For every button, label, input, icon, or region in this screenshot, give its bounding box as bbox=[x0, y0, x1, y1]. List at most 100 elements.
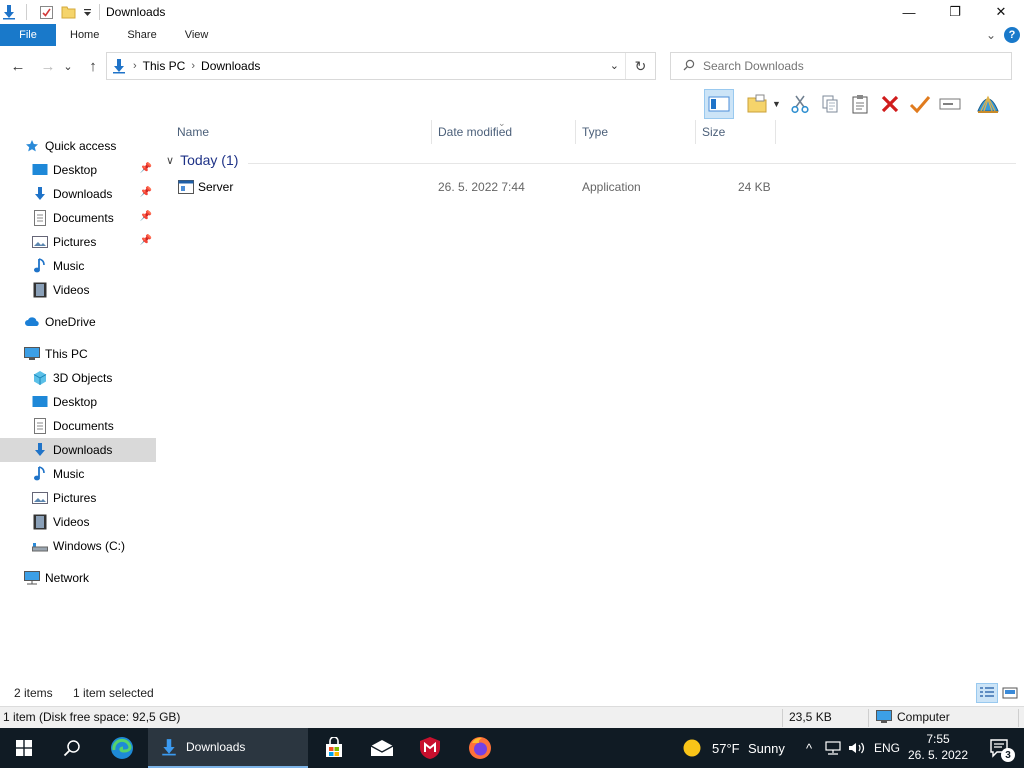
tab-share[interactable]: Share bbox=[113, 24, 170, 46]
paste-icon[interactable] bbox=[845, 89, 875, 119]
tab-view[interactable]: View bbox=[171, 24, 223, 46]
rename-icon[interactable] bbox=[935, 89, 965, 119]
back-button[interactable]: ← bbox=[6, 54, 30, 78]
edge-browser-icon[interactable] bbox=[98, 728, 146, 768]
nav-quick-videos[interactable]: Videos bbox=[0, 278, 156, 302]
group-header-today[interactable]: ∨ Today (1) bbox=[166, 152, 238, 168]
nav-quick-documents[interactable]: Documents 📌 bbox=[0, 206, 156, 230]
nav-quick-music[interactable]: Music bbox=[0, 254, 156, 278]
properties-icon[interactable] bbox=[37, 3, 55, 21]
pin-icon[interactable]: 📌 bbox=[140, 187, 152, 198]
minimize-button[interactable]: — bbox=[886, 0, 932, 24]
nav-quick-pictures[interactable]: Pictures 📌 bbox=[0, 230, 156, 254]
taskbar-clock[interactable]: 7:55 26. 5. 2022 bbox=[902, 731, 974, 763]
start-button[interactable] bbox=[0, 728, 48, 768]
nav-pc-desktop[interactable]: Desktop bbox=[0, 390, 156, 414]
nav-quick-desktop[interactable]: Desktop 📌 bbox=[0, 158, 156, 182]
cube-icon bbox=[32, 370, 48, 386]
notifications-icon[interactable]: 3 bbox=[980, 728, 1020, 768]
show-hidden-icons-chevron-icon[interactable]: ^ bbox=[798, 728, 820, 768]
expand-ribbon-icon[interactable]: ⌄ bbox=[986, 28, 996, 42]
pin-icon[interactable]: 📌 bbox=[140, 235, 152, 246]
cut-icon[interactable] bbox=[785, 89, 815, 119]
weather-temperature[interactable]: 57°F bbox=[712, 741, 740, 756]
nav-quick-downloads[interactable]: Downloads 📌 bbox=[0, 182, 156, 206]
large-icons-view-button[interactable] bbox=[999, 683, 1021, 703]
tab-home[interactable]: Home bbox=[56, 24, 113, 46]
mail-icon[interactable] bbox=[358, 728, 406, 768]
collapse-chevron-icon[interactable]: ∨ bbox=[166, 154, 174, 167]
weather-condition[interactable]: Sunny bbox=[748, 741, 785, 756]
search-taskbar-icon[interactable] bbox=[48, 728, 96, 768]
quick-access-toolbar bbox=[0, 0, 106, 24]
new-dropdown-icon[interactable]: ▼ bbox=[772, 99, 781, 109]
address-dropdown-icon[interactable]: ⌄ bbox=[610, 59, 619, 72]
nav-quick-access[interactable]: Quick access bbox=[0, 134, 156, 158]
file-list: ⌄ Name Date modified Type Size ∨ Today (… bbox=[160, 118, 1024, 680]
desktop-icon bbox=[32, 162, 48, 178]
up-button[interactable]: ↑ bbox=[81, 54, 105, 78]
column-header-name[interactable]: Name bbox=[171, 120, 432, 144]
nav-pc-windows-c[interactable]: Windows (C:) bbox=[0, 534, 156, 558]
forward-button[interactable]: → bbox=[36, 54, 60, 78]
details-divider bbox=[1018, 709, 1019, 727]
tab-file[interactable]: File bbox=[0, 24, 56, 46]
search-input[interactable] bbox=[703, 59, 1003, 73]
refresh-button[interactable]: ↻ bbox=[625, 53, 655, 79]
details-bar: 1 item (Disk free space: 92,5 GB) 23,5 K… bbox=[0, 706, 1024, 728]
breadcrumb-separator[interactable]: › bbox=[191, 60, 195, 72]
customize-toolbar-dropdown-icon[interactable] bbox=[81, 3, 93, 21]
nav-pc-downloads[interactable]: Downloads bbox=[0, 438, 156, 462]
mcafee-icon[interactable] bbox=[406, 728, 454, 768]
close-button[interactable]: ✕ bbox=[978, 0, 1024, 24]
film-icon bbox=[32, 282, 48, 298]
delete-icon[interactable] bbox=[875, 89, 905, 119]
shell-icon[interactable] bbox=[973, 89, 1003, 119]
breadcrumb-separator[interactable]: › bbox=[133, 60, 137, 72]
nav-pc-pictures[interactable]: Pictures bbox=[0, 486, 156, 510]
nav-onedrive[interactable]: OneDrive bbox=[0, 310, 156, 334]
nav-network[interactable]: Network bbox=[0, 566, 156, 590]
nav-this-pc[interactable]: This PC bbox=[0, 342, 156, 366]
table-row[interactable]: Server 26. 5. 2022 7:44 Application 24 K… bbox=[174, 176, 774, 198]
details-view-button[interactable] bbox=[976, 683, 998, 703]
breadcrumb-this-pc[interactable]: This PC bbox=[143, 59, 186, 73]
network-tray-icon[interactable] bbox=[822, 728, 844, 768]
weather-sun-icon[interactable] bbox=[680, 728, 704, 768]
pin-icon[interactable]: 📌 bbox=[140, 211, 152, 222]
navigation-pane: Quick access Desktop 📌 Downloads 📌 Docum… bbox=[0, 120, 156, 680]
nav-pc-music[interactable]: Music bbox=[0, 462, 156, 486]
nav-pc-documents[interactable]: Documents bbox=[0, 414, 156, 438]
address-bar[interactable]: › This PC › Downloads ⌄ ↻ bbox=[106, 52, 656, 80]
download-folder-icon[interactable] bbox=[0, 3, 18, 21]
new-folder-icon[interactable] bbox=[742, 89, 772, 119]
breadcrumb-downloads[interactable]: Downloads bbox=[201, 59, 260, 73]
volume-icon[interactable] bbox=[846, 728, 868, 768]
column-header-date-modified[interactable]: Date modified bbox=[432, 120, 576, 144]
taskbar-explorer-downloads[interactable]: Downloads bbox=[148, 728, 308, 768]
pin-icon[interactable]: 📌 bbox=[140, 163, 152, 174]
input-language[interactable]: ENG bbox=[874, 741, 900, 755]
preview-pane-button[interactable] bbox=[704, 89, 734, 119]
column-header-size[interactable]: Size bbox=[696, 120, 776, 144]
nav-pc-3d-objects[interactable]: 3D Objects bbox=[0, 366, 156, 390]
command-toolbar: ▼ bbox=[700, 88, 1003, 120]
column-header-type[interactable]: Type bbox=[576, 120, 696, 144]
ribbon-tabs: File Home Share View ⌄ ? bbox=[0, 24, 1024, 46]
maximize-button[interactable]: ❐ bbox=[932, 0, 978, 24]
drive-icon bbox=[32, 538, 48, 554]
pictures-icon bbox=[32, 234, 48, 250]
firefox-icon[interactable] bbox=[456, 728, 504, 768]
recent-locations-button[interactable]: ⌄ bbox=[60, 54, 76, 78]
document-icon bbox=[32, 210, 48, 226]
check-icon[interactable] bbox=[905, 89, 935, 119]
help-icon[interactable]: ? bbox=[1004, 27, 1020, 43]
search-box[interactable] bbox=[670, 52, 1012, 80]
new-folder-icon[interactable] bbox=[59, 3, 77, 21]
file-name[interactable]: Server bbox=[198, 180, 233, 194]
application-icon bbox=[178, 180, 194, 197]
copy-icon[interactable] bbox=[815, 89, 845, 119]
store-icon[interactable] bbox=[310, 728, 358, 768]
nav-pc-videos[interactable]: Videos bbox=[0, 510, 156, 534]
downloads-location-icon bbox=[111, 58, 127, 74]
